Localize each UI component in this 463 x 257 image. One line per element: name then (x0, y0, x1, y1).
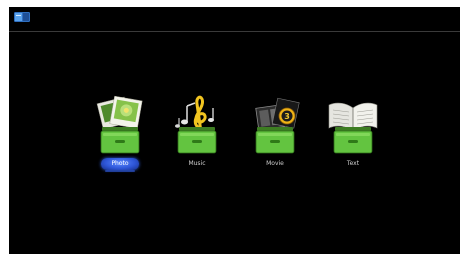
menu-item-label: Movie (266, 160, 284, 167)
menu-item-label: Music (188, 160, 206, 167)
menu-item-label: Text (346, 160, 360, 167)
svg-text:3: 3 (284, 112, 290, 121)
music-icon (175, 95, 217, 154)
media-type-menu: Photo Music 3 Movie Text (9, 7, 460, 254)
menu-item-music[interactable]: Music (167, 94, 227, 174)
text-icon (328, 102, 378, 154)
menu-item-movie[interactable]: 3 Movie (245, 94, 305, 174)
menu-item-text[interactable]: Text (323, 94, 383, 174)
menu-item-photo[interactable]: Photo (90, 94, 150, 174)
photo-icon (96, 95, 143, 154)
menu-item-label: Photo (111, 160, 129, 167)
selection-underline (105, 170, 135, 172)
media-player-screen: Photo Music 3 Movie Text (9, 7, 460, 254)
movie-icon: 3 (255, 97, 300, 154)
